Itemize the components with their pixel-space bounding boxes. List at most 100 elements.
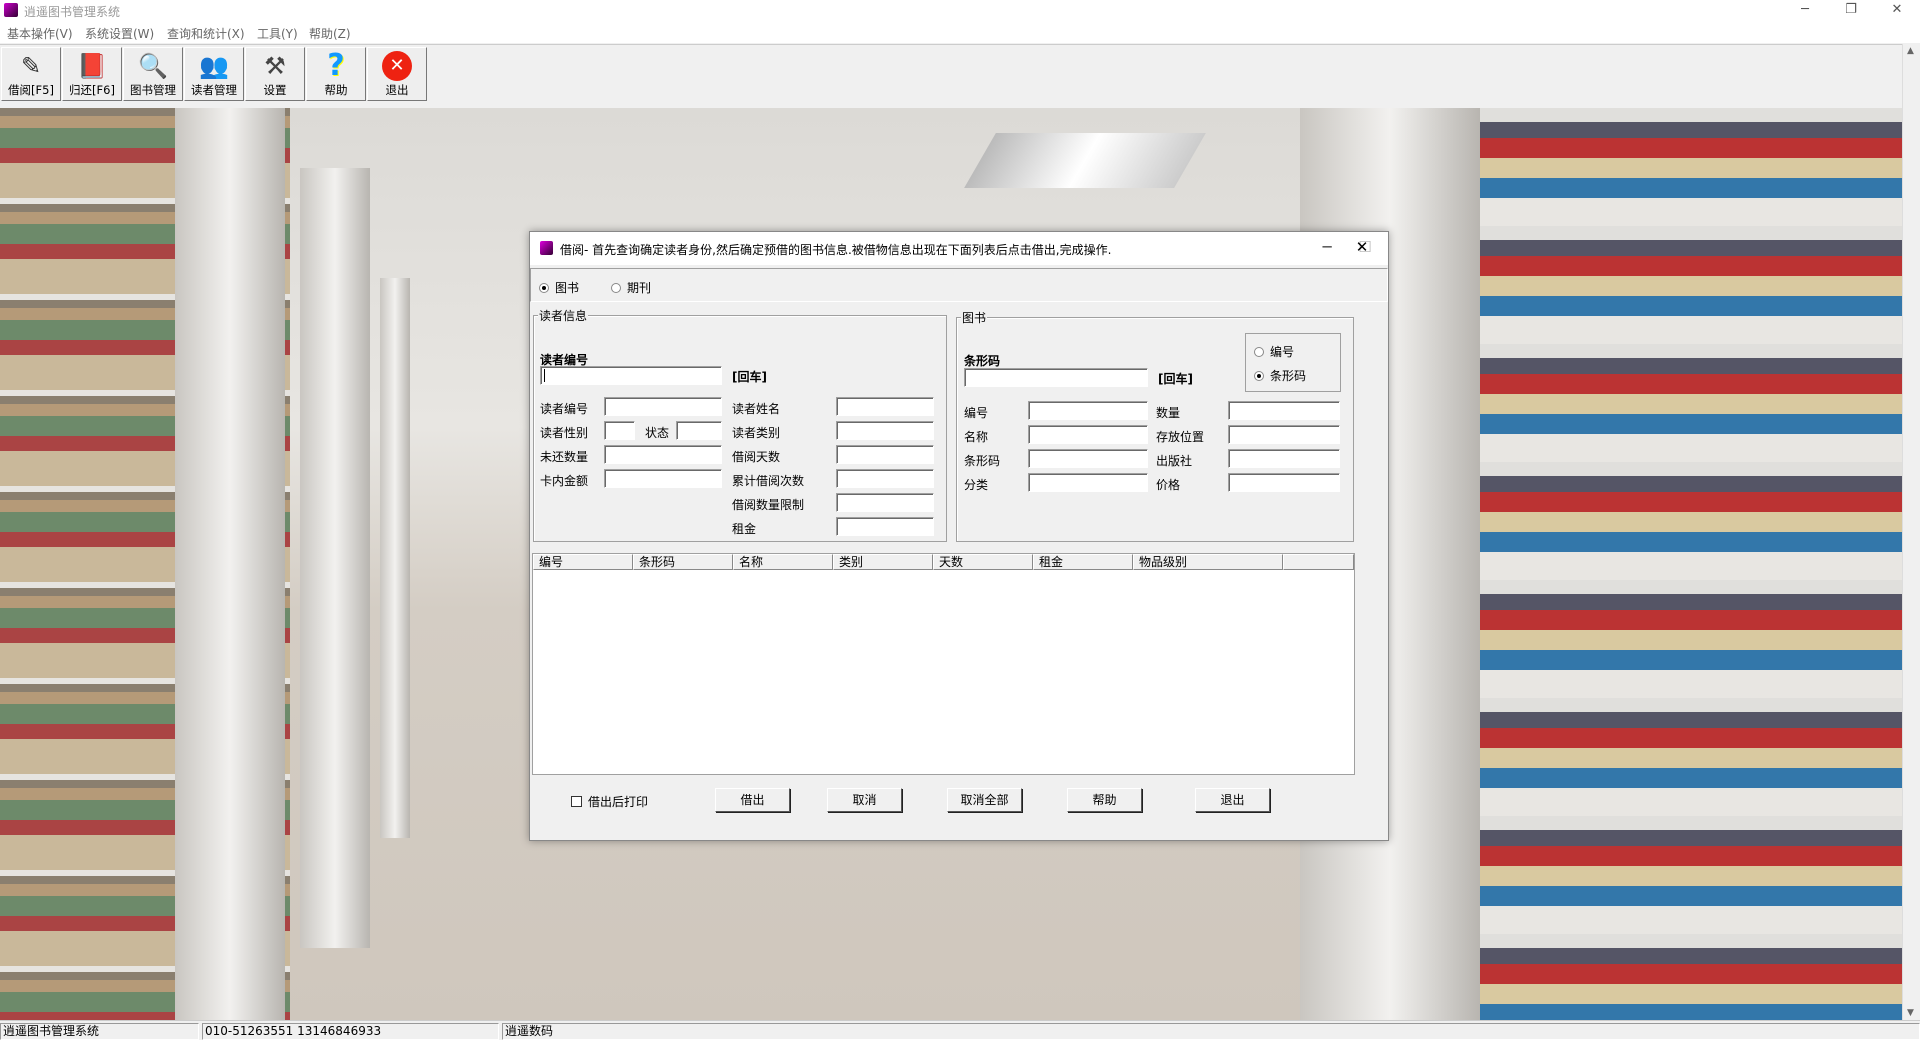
app-title: 逍遥图书管理系统: [24, 5, 121, 19]
restore-button[interactable]: ❐: [1828, 0, 1874, 22]
book-management-button[interactable]: 🔍 图书管理: [123, 47, 183, 101]
book-info-group: 图书 条形码 [回车] 编号 条形码 编号 名称 条形码 分类 数量 存放位置 …: [956, 309, 1354, 542]
return-book-icon: 📕: [77, 52, 107, 80]
quantity-field[interactable]: [1228, 401, 1340, 420]
radio-mode-number[interactable]: 编号: [1254, 343, 1294, 360]
book-name-field[interactable]: [1028, 425, 1148, 444]
radio-icon: [539, 283, 549, 293]
settings-button[interactable]: ⚒ 设置: [245, 47, 305, 101]
column-header-name[interactable]: 名称: [733, 554, 833, 570]
dialog-exit-button[interactable]: 退出: [1195, 788, 1270, 812]
help-icon: ?: [327, 48, 345, 83]
pillar: [175, 108, 285, 1020]
unreturned-count-field[interactable]: [604, 445, 722, 464]
reader-name-field[interactable]: [836, 397, 934, 416]
toolbar: ✎ 借阅[F5] 📕 归还[F6] 🔍 图书管理 👥 读者管理 ⚒ 设置 ? 帮助 ✕ 退出: [0, 44, 1902, 108]
return-button[interactable]: 📕 归还[F6]: [62, 47, 122, 101]
reader-gender-field[interactable]: [604, 421, 635, 440]
reader-management-label: 读者管理: [191, 83, 237, 97]
book-info-caption: 图书: [961, 309, 988, 326]
ceiling-light: [964, 133, 1206, 188]
status-phone: 010-51263551 13146846933: [202, 1023, 499, 1040]
radio-book-label: 图书: [555, 281, 580, 295]
dialog-title-bar: 借阅- 首先查询确定读者身份,然后确定预借的图书信息.被借物信息出现在下面列表后…: [530, 232, 1388, 265]
book-number-field[interactable]: [1028, 401, 1148, 420]
radio-icon: [611, 283, 621, 293]
borrow-book-icon: ✎: [20, 52, 42, 80]
barcode-input[interactable]: [964, 368, 1148, 387]
reader-info-group: 读者信息 读者编号 [回车] 读者编号 读者性别 状态 未还数量 卡内金额 读者…: [533, 307, 947, 542]
menu-query-stats[interactable]: 查询和统计(X): [167, 25, 245, 42]
close-button[interactable]: ✕: [1874, 0, 1920, 22]
cancel-all-button[interactable]: 取消全部: [947, 788, 1022, 812]
dialog-help-button[interactable]: 帮助: [1067, 788, 1142, 812]
column-header-number[interactable]: 编号: [533, 554, 633, 570]
cancel-button[interactable]: 取消: [827, 788, 902, 812]
reader-info-caption: 读者信息: [538, 307, 589, 324]
print-after-label: 借出后打印: [588, 795, 649, 809]
location-field[interactable]: [1228, 425, 1340, 444]
column-header-barcode[interactable]: 条形码: [633, 554, 733, 570]
status-app-name: 逍遥图书管理系统: [0, 1023, 199, 1040]
radio-periodical[interactable]: 期刊: [611, 279, 651, 296]
minimize-button[interactable]: ─: [1782, 0, 1828, 22]
publisher-field[interactable]: [1228, 449, 1340, 468]
radio-periodical-label: 期刊: [627, 281, 652, 295]
book-name-label: 名称: [964, 430, 989, 444]
rent-field[interactable]: [836, 517, 934, 536]
total-borrow-count-label: 累计借阅次数: [732, 474, 805, 488]
status-bar: 逍遥图书管理系统 010-51263551 13146846933 逍遥数码: [0, 1020, 1920, 1040]
settings-tools-icon: ⚒: [264, 52, 286, 80]
publisher-label: 出版社: [1156, 454, 1193, 468]
borrow-days-field[interactable]: [836, 445, 934, 464]
column-header-item-level[interactable]: 物品级别: [1133, 554, 1283, 570]
reader-category-field[interactable]: [836, 421, 934, 440]
print-after-checkbox[interactable]: 借出后打印: [571, 793, 648, 810]
book-category-label: 分类: [964, 478, 989, 492]
pillar: [300, 168, 370, 948]
status-company: 逍遥数码: [502, 1023, 1920, 1040]
book-category-field[interactable]: [1028, 473, 1148, 492]
reader-management-button[interactable]: 👥 读者管理: [184, 47, 244, 101]
app-title-bar: 逍遥图书管理系统 ─ ❐ ✕: [0, 0, 1920, 22]
books-icon: [4, 3, 18, 17]
radio-mode-barcode[interactable]: 条形码: [1254, 367, 1306, 384]
column-header-category[interactable]: 类别: [833, 554, 933, 570]
dialog-minimize-button[interactable]: ─: [1312, 238, 1342, 256]
reader-id-input[interactable]: [540, 366, 722, 385]
borrow-limit-label: 借阅数量限制: [732, 498, 805, 512]
reader-management-icon: 👥: [199, 52, 229, 80]
menu-tools[interactable]: 工具(Y): [257, 25, 298, 42]
return-label: 归还[F6]: [69, 83, 115, 97]
card-balance-field[interactable]: [604, 469, 722, 488]
reader-enter-hint: [回车]: [732, 370, 767, 384]
borrow-button[interactable]: ✎ 借阅[F5]: [1, 47, 61, 101]
menu-system-settings[interactable]: 系统设置(W): [85, 25, 154, 42]
quantity-label: 数量: [1156, 406, 1181, 420]
barcode-label: 条形码: [964, 354, 1001, 368]
dialog-close-button[interactable]: ✕: [1342, 238, 1382, 256]
reader-name-label: 读者姓名: [732, 402, 781, 416]
menu-bar: 基本操作(V) 系统设置(W) 查询和统计(X) 工具(Y) 帮助(Z): [0, 22, 1920, 43]
vertical-scrollbar[interactable]: ▲ ▼: [1902, 44, 1920, 1020]
pillar: [380, 278, 410, 838]
reader-number-field[interactable]: [604, 397, 722, 416]
price-field[interactable]: [1228, 473, 1340, 492]
menu-basic-ops[interactable]: 基本操作(V): [7, 25, 73, 42]
reader-status-label: 状态: [645, 426, 670, 440]
column-header-days[interactable]: 天数: [933, 554, 1033, 570]
borrow-label: 借阅[F5]: [8, 83, 54, 97]
radio-book[interactable]: 图书: [539, 279, 579, 296]
exit-button[interactable]: ✕ 退出: [367, 47, 427, 101]
borrow-limit-field[interactable]: [836, 493, 934, 512]
reader-status-field[interactable]: [676, 421, 722, 440]
lend-button[interactable]: 借出: [715, 788, 790, 812]
borrow-items-list[interactable]: 编号 条形码 名称 类别 天数 租金 物品级别: [532, 553, 1355, 775]
book-barcode-field[interactable]: [1028, 449, 1148, 468]
column-header-rent[interactable]: 租金: [1033, 554, 1133, 570]
settings-label: 设置: [263, 83, 287, 97]
menu-help[interactable]: 帮助(Z): [309, 25, 351, 42]
help-button[interactable]: ? 帮助: [306, 47, 366, 101]
reader-number-label: 读者编号: [540, 402, 589, 416]
total-borrow-count-field[interactable]: [836, 469, 934, 488]
